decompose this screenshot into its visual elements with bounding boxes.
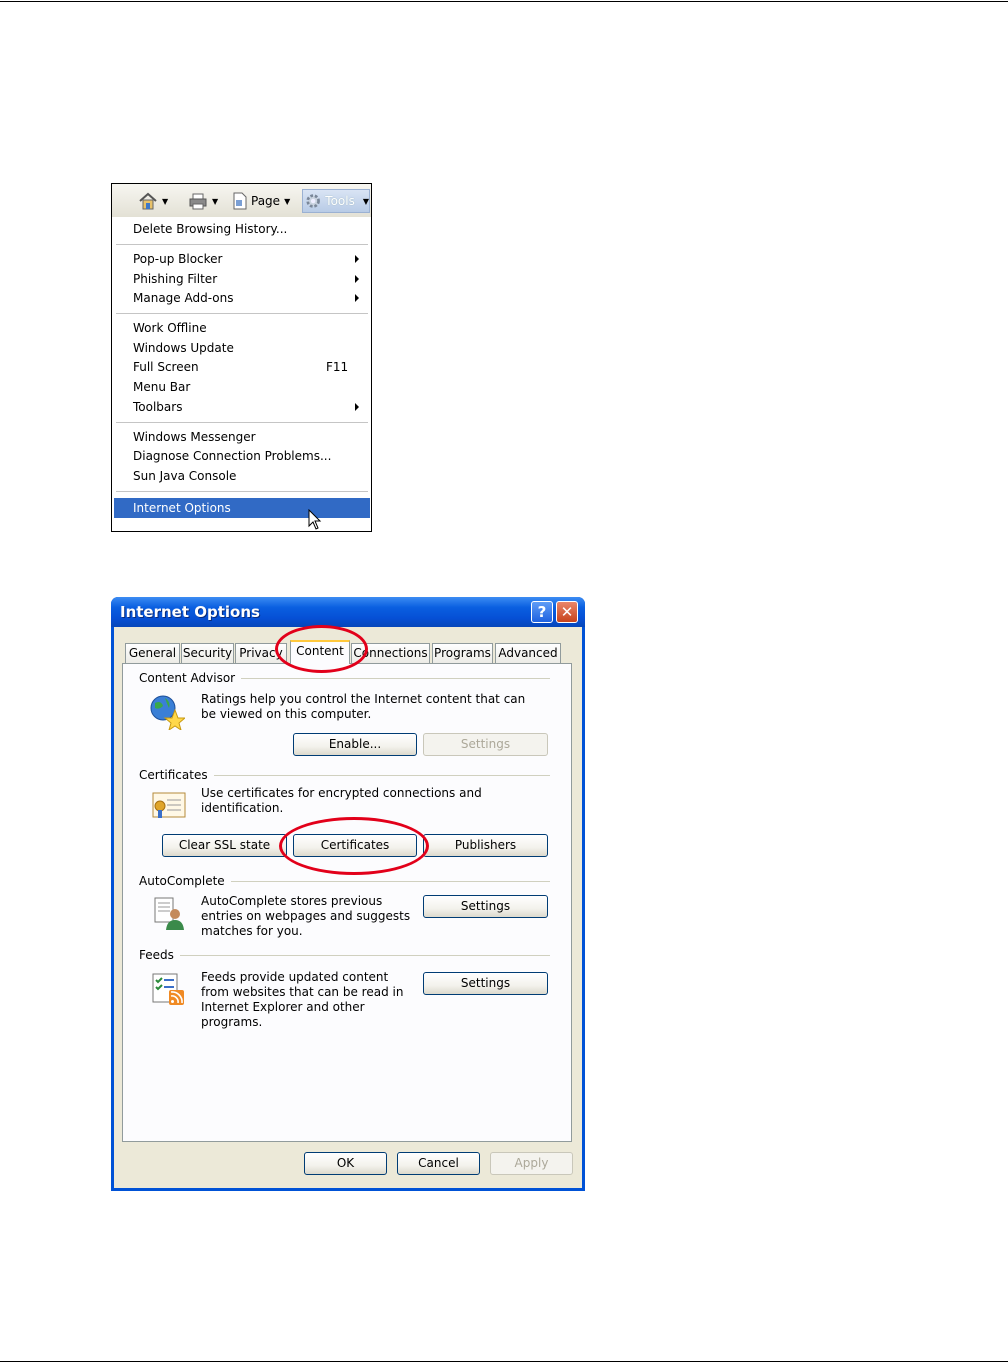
cancel-button[interactable]: Cancel: [397, 1152, 480, 1175]
page-label: Page: [251, 194, 281, 208]
tab-content[interactable]: Content: [290, 640, 350, 664]
tools-button[interactable]: Tools ▼: [302, 189, 370, 213]
chevron-down-icon: ▼: [362, 196, 369, 206]
tab-programs[interactable]: Programs: [432, 643, 493, 663]
gear-icon: [306, 194, 320, 208]
certificates-description: Use certificates for encrypted connectio…: [201, 786, 482, 815]
chevron-down-icon[interactable]: ▼: [212, 197, 218, 206]
feeds-heading: Feeds: [139, 948, 180, 962]
content-advisor-settings-button[interactable]: Settings: [423, 733, 548, 756]
tab-security[interactable]: Security: [181, 643, 234, 663]
menu-item-full-screen[interactable]: Full Screen: [133, 358, 199, 377]
autocomplete-settings-button[interactable]: Settings: [423, 895, 548, 918]
menu-item-menu-bar[interactable]: Menu Bar: [133, 378, 190, 397]
certificate-icon: [152, 792, 186, 818]
command-bar: ▼ ▼ Page ▼ Tools ▼: [112, 184, 371, 217]
page-button[interactable]: Page ▼: [232, 192, 290, 210]
feeds-description: Feeds provide updated content from websi…: [201, 970, 404, 1029]
submenu-arrow-icon: [355, 255, 359, 263]
globe-star-icon: [150, 695, 185, 730]
content-advisor-heading: Content Advisor: [139, 671, 242, 685]
menu-item-windows-messenger[interactable]: Windows Messenger: [133, 428, 256, 447]
menu-item-toolbars[interactable]: Toolbars: [133, 398, 182, 417]
tab-advanced[interactable]: Advanced: [495, 643, 561, 663]
content-tab-panel: Content Advisor Ratings help you control…: [122, 663, 572, 1142]
submenu-arrow-icon: [355, 403, 359, 411]
menu-separator: [116, 491, 368, 492]
autocomplete-heading: AutoComplete: [139, 874, 231, 888]
group-divider: [141, 955, 550, 956]
dialog-titlebar[interactable]: Internet Options ? ✕: [111, 597, 585, 627]
autocomplete-description: AutoComplete stores previous entries on …: [201, 894, 411, 938]
submenu-arrow-icon: [355, 275, 359, 283]
page-icon: [233, 192, 247, 210]
publishers-button[interactable]: Publishers: [423, 834, 548, 857]
ok-button[interactable]: OK: [304, 1152, 387, 1175]
internet-options-dialog: Internet Options ? ✕ General Security Pr…: [111, 597, 585, 1191]
apply-button[interactable]: Apply: [490, 1152, 573, 1175]
dialog-title: Internet Options: [120, 603, 260, 621]
dialog-client-area: General Security Privacy Content Connect…: [114, 627, 582, 1188]
feeds-icon: [152, 973, 184, 1005]
chevron-down-icon[interactable]: ▼: [284, 197, 290, 206]
menu-separator: [116, 244, 368, 245]
tab-general[interactable]: General: [125, 643, 180, 663]
top-page-rule: [0, 1, 1008, 2]
submenu-arrow-icon: [355, 294, 359, 302]
menu-item-internet-options-label: Internet Options: [133, 501, 231, 515]
print-icon: [189, 193, 207, 210]
feeds-settings-button[interactable]: Settings: [423, 972, 548, 995]
content-advisor-description: Ratings help you control the Internet co…: [201, 692, 526, 721]
home-icon: [139, 192, 157, 210]
menu-item-manage-addons[interactable]: Manage Add-ons: [133, 289, 233, 308]
help-button[interactable]: ?: [531, 601, 553, 623]
shortcut-f11: F11: [326, 360, 349, 374]
menu-item-diagnose-connection[interactable]: Diagnose Connection Problems...: [133, 447, 331, 466]
enable-button[interactable]: Enable...: [293, 733, 417, 756]
menu-separator: [116, 422, 368, 423]
close-button[interactable]: ✕: [556, 601, 578, 623]
clear-ssl-state-button[interactable]: Clear SSL state: [162, 834, 287, 857]
menu-item-windows-update[interactable]: Windows Update: [133, 339, 234, 358]
tools-menu-screenshot: ▼ ▼ Page ▼ Tools ▼ Delete Browsing Histo…: [111, 183, 372, 532]
menu-separator: [116, 313, 368, 314]
chevron-down-icon[interactable]: ▼: [162, 197, 168, 206]
bottom-page-rule: [0, 1361, 1008, 1362]
menu-item-delete-browsing-history[interactable]: Delete Browsing History...: [133, 220, 287, 239]
annotation-circle-certificates-button: [279, 817, 429, 875]
autocomplete-icon: [154, 897, 184, 930]
mouse-pointer-icon: [308, 509, 322, 530]
tools-label: Tools: [325, 194, 355, 208]
menu-item-internet-options[interactable]: Internet Options: [114, 498, 370, 518]
certificates-heading: Certificates: [139, 768, 214, 782]
menu-item-work-offline[interactable]: Work Offline: [133, 319, 207, 338]
menu-item-sun-java-console[interactable]: Sun Java Console: [133, 467, 236, 486]
menu-item-phishing-filter[interactable]: Phishing Filter: [133, 270, 217, 289]
print-button[interactable]: ▼: [188, 192, 218, 210]
menu-item-popup-blocker[interactable]: Pop-up Blocker: [133, 250, 222, 269]
home-button[interactable]: ▼: [138, 192, 168, 210]
